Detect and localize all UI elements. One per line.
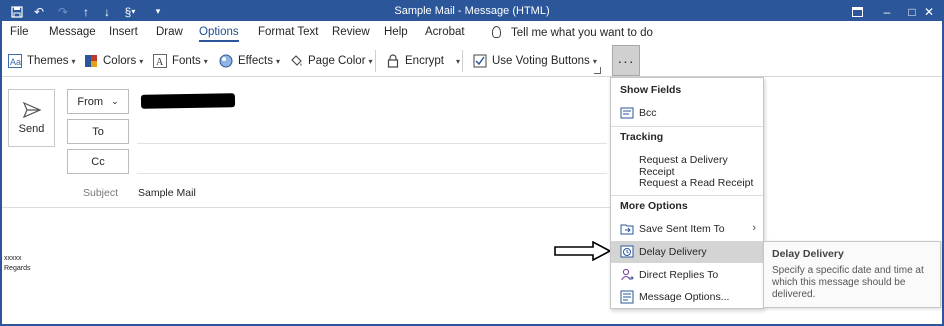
- menu-item-read-receipt[interactable]: Request a Read Receipt: [611, 172, 763, 194]
- svg-text:Aa: Aa: [10, 57, 21, 67]
- svg-text:A: A: [156, 57, 164, 68]
- effects-label: Effects: [238, 55, 273, 67]
- encrypt-button[interactable]: Encrypt ▾: [386, 52, 460, 70]
- message-options-icon: [620, 290, 634, 304]
- delay-delivery-icon: [620, 245, 634, 259]
- chevron-right-icon: ›: [752, 222, 756, 234]
- chevron-down-icon: ⌄: [111, 96, 119, 106]
- fonts-icon: A: [153, 54, 167, 68]
- body-text-line[interactable]: xxxxx: [4, 255, 22, 262]
- cc-field[interactable]: [137, 173, 607, 174]
- close-icon[interactable]: ✕: [917, 2, 941, 21]
- ribbon-separator: [462, 50, 463, 72]
- tell-me-text: Tell me what you want to do: [511, 27, 653, 39]
- menu-divider: [611, 195, 763, 196]
- page-color-label: Page Color: [308, 55, 366, 67]
- tab-file[interactable]: File: [10, 26, 29, 38]
- send-button[interactable]: Send: [8, 89, 55, 147]
- menu-item-delay-delivery[interactable]: Delay Delivery: [611, 241, 763, 263]
- send-icon: [22, 101, 41, 118]
- menu-item-message-options[interactable]: Message Options...: [611, 286, 763, 308]
- lock-icon: [386, 54, 400, 68]
- themes-button[interactable]: Aa Themes ▾: [8, 52, 76, 70]
- effects-icon: [219, 54, 233, 68]
- restore-window-icon[interactable]: [842, 2, 872, 21]
- tab-message[interactable]: Message: [49, 26, 96, 38]
- pointer-arrow-icon: [554, 241, 612, 261]
- fonts-button[interactable]: A Fonts ▾: [153, 52, 208, 70]
- more-options-dropdown: Show Fields Bcc Tracking Request a Deliv…: [610, 77, 764, 309]
- compose-divider: [2, 207, 610, 208]
- window-title: Sample Mail - Message (HTML): [394, 5, 550, 17]
- menu-bar: File Message Insert Draw Options Format …: [2, 21, 942, 45]
- cc-label: Cc: [91, 155, 105, 168]
- redacted-sender: [140, 93, 236, 109]
- colors-label: Colors: [103, 55, 137, 67]
- bcc-label: Bcc: [639, 107, 657, 119]
- voting-label: Use Voting Buttons: [492, 55, 590, 67]
- colors-button[interactable]: Colors ▾: [84, 52, 143, 70]
- more-options-button[interactable]: ···: [612, 45, 640, 76]
- menu-item-direct-replies[interactable]: Direct Replies To: [611, 264, 763, 286]
- save-sent-label: Save Sent Item To: [639, 223, 725, 235]
- to-field[interactable]: [137, 143, 607, 144]
- subject-input[interactable]: Sample Mail: [138, 187, 196, 199]
- tab-review[interactable]: Review: [332, 26, 370, 38]
- menu-item-save-sent[interactable]: Save Sent Item To ›: [611, 218, 763, 240]
- direct-replies-label: Direct Replies To: [639, 269, 719, 281]
- delay-delivery-label: Delay Delivery: [639, 246, 707, 258]
- send-label: Send: [18, 122, 45, 135]
- encrypt-label: Encrypt: [405, 55, 444, 67]
- tab-insert[interactable]: Insert: [109, 26, 138, 38]
- menu-item-delivery-receipt[interactable]: Request a Delivery Receipt: [611, 149, 763, 178]
- to-label: To: [92, 125, 104, 138]
- voting-buttons-button[interactable]: Use Voting Buttons ▾: [473, 52, 597, 70]
- bcc-icon: [620, 106, 634, 120]
- dialog-launcher-icon[interactable]: [594, 67, 601, 74]
- fonts-label: Fonts: [172, 55, 201, 67]
- to-button[interactable]: To: [67, 119, 129, 144]
- page-color-button[interactable]: Page Color ▾: [289, 52, 373, 70]
- menu-item-bcc[interactable]: Bcc: [611, 102, 763, 124]
- menu-divider: [611, 126, 763, 127]
- direct-replies-icon: [620, 268, 634, 282]
- tab-acrobat[interactable]: Acrobat: [425, 26, 465, 38]
- voting-icon: [473, 54, 487, 68]
- tab-options[interactable]: Options: [199, 26, 239, 42]
- from-button[interactable]: From ⌄: [67, 89, 129, 114]
- ribbon-separator: [375, 50, 376, 72]
- tab-draw[interactable]: Draw: [156, 26, 183, 38]
- body-text-line[interactable]: Regards: [4, 265, 30, 272]
- lightbulb-icon: [492, 26, 501, 38]
- tooltip-title: Delay Delivery: [772, 248, 844, 260]
- tooltip-description: Specify a specific date and time at whic…: [772, 265, 924, 300]
- delay-delivery-tooltip: Delay Delivery Specify a specific date a…: [763, 241, 941, 308]
- tab-help[interactable]: Help: [384, 26, 408, 38]
- message-options-label: Message Options...: [639, 291, 730, 303]
- more-options-header: More Options: [620, 200, 688, 212]
- themes-label: Themes: [27, 55, 69, 67]
- paint-bucket-icon: [289, 54, 303, 68]
- effects-button[interactable]: Effects ▾: [219, 52, 280, 70]
- tell-me-search[interactable]: Tell me what you want to do: [492, 26, 653, 39]
- tab-format-text[interactable]: Format Text: [258, 26, 319, 38]
- ribbon: Aa Themes ▾ Colors ▾ A Fonts ▾ Effects ▾ Pag…: [2, 45, 942, 77]
- title-bar: ↶ ↷ ↑ ↓ § ▾ ▾ Sample Mail - Message (HTML…: [2, 2, 942, 21]
- read-receipt-label: Request a Read Receipt: [639, 177, 754, 189]
- subject-label: Subject: [83, 187, 119, 199]
- show-fields-header: Show Fields: [620, 84, 682, 96]
- cc-button[interactable]: Cc: [67, 149, 129, 174]
- themes-icon: Aa: [8, 54, 22, 68]
- tracking-header: Tracking: [620, 131, 664, 143]
- save-folder-icon: [620, 222, 634, 236]
- colors-icon: [84, 54, 98, 68]
- from-label: From: [77, 95, 104, 108]
